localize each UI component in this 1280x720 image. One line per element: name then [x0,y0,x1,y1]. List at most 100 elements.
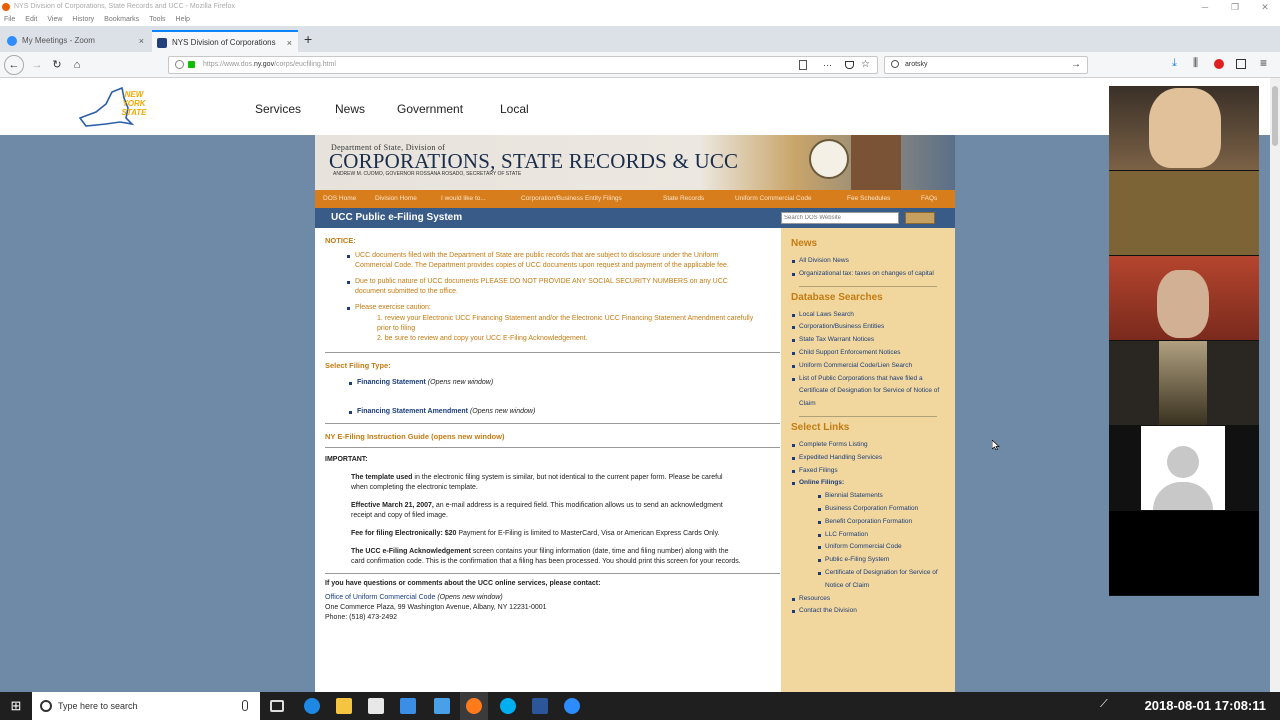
office-ucc-link[interactable]: Office of Uniform Commercial Code [325,594,435,601]
ny-state-logo[interactable]: NEW YORK STATE [76,84,156,130]
nav-local[interactable]: Local [500,102,529,116]
onav-faqs[interactable]: FAQs [921,190,937,208]
onav-i-would-like-to[interactable]: I would like to... [441,190,486,208]
sidebar-link[interactable]: All Division News [791,255,945,268]
sidebar-sublink[interactable]: Certificate of Designation for Service o… [791,567,945,593]
onav-division-home[interactable]: Division Home [375,190,417,208]
sidebar-link[interactable]: Faxed Filings [791,465,945,478]
sidebar-link[interactable]: State Tax Warrant Notices [791,334,945,347]
video-tile-participant-6[interactable] [1109,511,1259,595]
sidebar-link[interactable]: Complete Forms Listing [791,439,945,452]
search-bar[interactable]: arotsky → [884,56,1088,74]
taskbar-search-box[interactable]: Type here to search [32,692,260,720]
task-view-icon[interactable] [270,700,284,712]
search-go-arrow-icon[interactable]: → [1071,57,1081,73]
sidebar-link[interactable]: Local Laws Search [791,309,945,322]
downloads-icon[interactable]: ⤓ [1172,57,1177,70]
edge-browser-icon[interactable] [304,698,320,714]
firefox-taskbar-icon[interactable] [460,692,488,720]
content-area: Department of State, Division of CORPORA… [315,135,955,692]
nav-government[interactable]: Government [397,102,463,116]
zoom-taskbar-icon[interactable] [564,698,580,714]
sidebar-sublink[interactable]: LLC Formation [791,529,945,542]
scrollbar-thumb[interactable] [1272,86,1278,146]
menu-history[interactable]: History [72,16,94,23]
tab-close-icon[interactable]: × [287,32,292,52]
menu-tools[interactable]: Tools [149,16,165,23]
dos-search-input[interactable] [781,212,899,224]
hamburger-menu-icon[interactable]: ≡ [1260,56,1267,70]
url-bar[interactable]: https://www.dos.ny.gov/corps/eucfiling.h… [168,56,878,74]
sidebar-link[interactable]: Uniform Commercial Code/Lien Search [791,360,945,373]
new-tab-button[interactable]: + [304,30,312,48]
sidebar-toggle-icon[interactable] [1236,59,1246,69]
sidebar-link[interactable]: Corporation/Business Entities [791,321,945,334]
info-icon[interactable] [175,60,184,69]
tab-nys-corporations[interactable]: NYS Division of Corporations × [152,30,298,52]
onav-ucc[interactable]: Uniform Commercial Code [735,190,812,208]
notice-heading: NOTICE: [325,236,356,245]
pocket-icon[interactable] [845,61,854,69]
sidebar-sublink[interactable]: Business Corporation Formation [791,503,945,516]
word-icon[interactable] [532,698,548,714]
financing-statement-link[interactable]: Financing Statement [357,379,426,386]
network-icon[interactable]: ⟋ [1100,698,1108,711]
taskbar-clock[interactable]: 2018-08-01 17:08:11 [1116,692,1266,720]
video-tile-participant-4[interactable] [1109,341,1259,425]
zoom-favicon-icon [7,36,17,46]
dos-search-button[interactable] [905,212,935,224]
adblock-icon[interactable] [1214,59,1224,69]
tab-zoom[interactable]: My Meetings - Zoom × [2,30,150,52]
minimize-icon[interactable]: ─ [1190,0,1220,14]
windows-start-icon[interactable]: ⊞ [0,692,32,720]
nav-news[interactable]: News [335,102,365,116]
sidebar-sublink[interactable]: Benefit Corporation Formation [791,516,945,529]
file-explorer-icon[interactable] [336,698,352,714]
video-tile-participant-1[interactable] [1109,86,1259,170]
sidebar-link[interactable]: Child Support Enforcement Notices [791,347,945,360]
skype-icon[interactable] [500,698,516,714]
sidebar-link[interactable]: Organizational tax: taxes on changes of … [791,268,945,281]
video-tile-participant-5[interactable] [1109,426,1259,510]
page-scrollbar[interactable] [1270,78,1280,692]
important-item: Fee for filing Electronically: $20 Payme… [351,529,741,539]
financing-statement-amendment-link[interactable]: Financing Statement Amendment [357,408,468,415]
maximize-icon[interactable]: ❐ [1220,0,1250,14]
home-icon[interactable]: ⌂ [68,56,86,74]
video-tile-participant-2[interactable] [1109,171,1259,255]
library-icon[interactable]: ⫼ [1193,57,1198,70]
sidebar-sublink[interactable]: Biennial Statements [791,490,945,503]
menu-view[interactable]: View [47,16,62,23]
mail-icon[interactable] [400,698,416,714]
instruction-guide-link[interactable]: NY E-Filing Instruction Guide (opens new… [325,432,780,441]
reload-icon[interactable]: ↻ [48,56,66,74]
onav-corporation-filings[interactable]: Corporation/Business Entity Filings [521,190,622,208]
divider [325,423,780,424]
sidebar-link[interactable]: List of Public Corporations that have fi… [791,373,945,411]
store-icon[interactable] [368,698,384,714]
onav-state-records[interactable]: State Records [663,190,704,208]
onav-fee-schedules[interactable]: Fee Schedules [847,190,890,208]
close-icon[interactable]: ✕ [1250,0,1280,14]
menu-edit[interactable]: Edit [25,16,37,23]
bookmark-star-icon[interactable]: ☆ [861,57,870,73]
app-icon[interactable] [434,698,450,714]
reader-view-icon[interactable] [799,60,807,70]
back-arrow-icon[interactable]: ← [4,55,24,75]
tab-close-icon[interactable]: × [139,30,144,52]
sidebar-link[interactable]: Contact the Division [791,605,945,618]
sidebar-link[interactable]: Resources [791,593,945,606]
nav-services[interactable]: Services [255,102,301,116]
sidebar-link-online-filings[interactable]: Online Filings: [791,477,945,490]
sidebar-sublink[interactable]: Uniform Commercial Code [791,541,945,554]
sidebar-sublink[interactable]: Public e-Filing System [791,554,945,567]
menu-help[interactable]: Help [176,16,190,23]
menu-file[interactable]: File [4,16,15,23]
onav-dos-home[interactable]: DOS Home [323,190,356,208]
sidebar-link[interactable]: Expedited Handling Services [791,452,945,465]
menu-bookmarks[interactable]: Bookmarks [104,16,139,23]
video-tile-participant-3[interactable] [1109,256,1259,340]
page-actions-menu-icon[interactable]: ··· [823,57,832,73]
microphone-icon[interactable] [242,700,248,711]
forward-arrow-icon[interactable]: → [28,56,46,74]
